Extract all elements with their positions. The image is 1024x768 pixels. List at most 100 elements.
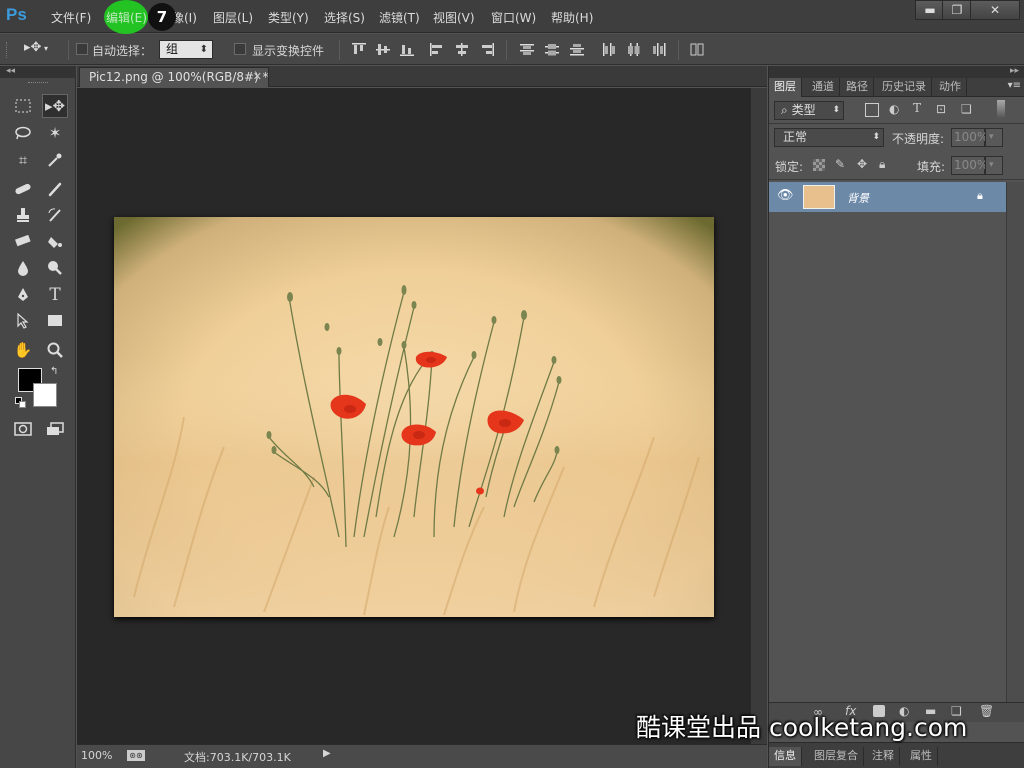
pen-tool-icon[interactable] — [10, 283, 36, 307]
distribute-top-icon[interactable] — [520, 43, 534, 56]
move-tool-icon[interactable]: ▸✥ — [42, 94, 68, 118]
distribute-right-icon[interactable] — [652, 43, 666, 56]
filter-shape-layers-icon[interactable]: ⊡ — [936, 102, 946, 116]
step-number-badge: 7 — [148, 3, 176, 31]
minimize-button[interactable]: ▬ — [915, 0, 945, 20]
distribute-hcenter-icon[interactable] — [627, 43, 641, 56]
lock-position-icon[interactable]: ✥ — [857, 157, 867, 171]
panel-collapse-bar[interactable]: ▸▸ — [769, 66, 1024, 78]
layer-thumbnail[interactable] — [803, 185, 835, 209]
filter-type-layers-icon[interactable]: T — [913, 101, 921, 115]
menu-filter[interactable]: 滤镜(T) — [379, 9, 420, 25]
tab-notes[interactable]: 注释 — [867, 747, 900, 766]
default-colors-icon[interactable] — [15, 397, 26, 408]
fill-input[interactable]: 100% — [951, 156, 988, 175]
hand-tool-icon[interactable]: ✋ — [10, 338, 36, 362]
canvas-vertical-scrollbar[interactable] — [750, 88, 767, 744]
history-brush-tool-icon[interactable] — [42, 203, 68, 227]
auto-align-layers-icon[interactable] — [690, 43, 704, 56]
delete-layer-icon[interactable]: 🗑︎ — [979, 704, 994, 718]
eraser-tool-icon[interactable] — [10, 229, 36, 253]
menu-window[interactable]: 窗口(W) — [491, 9, 536, 25]
lock-all-icon[interactable]: 🔒︎ — [879, 157, 885, 172]
tab-layers[interactable]: 图层 — [769, 78, 802, 97]
tab-history[interactable]: 历史记录 — [877, 78, 932, 97]
eye-visibility-icon[interactable]: 👁︎ — [777, 188, 794, 203]
marquee-tool-icon[interactable] — [10, 94, 36, 118]
layer-filter-kind-dropdown[interactable]: ⌕ 类型 ⬍ — [774, 101, 844, 120]
status-info-icon[interactable]: ⊛⊛ — [127, 750, 145, 761]
lock-transparent-pixels-icon[interactable] — [813, 159, 825, 171]
zoom-level[interactable]: 100% — [81, 749, 112, 762]
tab-properties[interactable]: 属性 — [905, 747, 938, 766]
layer-name[interactable]: 背景 — [847, 190, 869, 206]
tab-paths[interactable]: 路径 — [841, 78, 874, 97]
crop-tool-icon[interactable]: ⌗ — [10, 148, 36, 172]
align-left-icon[interactable] — [430, 43, 444, 56]
close-tab-icon[interactable]: ✕ — [253, 68, 262, 86]
quick-mask-icon[interactable] — [10, 417, 36, 441]
menu-edit[interactable]: 编辑(E) — [106, 9, 147, 25]
separator — [68, 40, 69, 60]
menu-help[interactable]: 帮助(H) — [551, 9, 593, 25]
tab-info[interactable]: 信息 — [769, 747, 802, 766]
filter-toggle-icon[interactable] — [997, 100, 1005, 118]
rectangle-tool-icon[interactable] — [42, 309, 68, 333]
align-top-icon[interactable] — [352, 43, 366, 56]
paint-bucket-tool-icon[interactable] — [42, 229, 68, 253]
auto-select-checkbox[interactable] — [76, 43, 88, 55]
zoom-tool-icon[interactable] — [42, 338, 68, 362]
document-tab-title: Pic12.png @ 100%(RGB/8#) * — [89, 70, 269, 84]
type-tool-icon[interactable]: T — [42, 283, 68, 307]
screen-mode-icon[interactable] — [42, 417, 68, 441]
fill-dropdown-arrow-icon[interactable]: ▾ — [985, 156, 1003, 175]
auto-select-dropdown[interactable]: 组 — [159, 40, 213, 59]
menu-select[interactable]: 选择(S) — [324, 9, 365, 25]
magic-wand-tool-icon[interactable]: ✶ — [42, 121, 68, 145]
filter-smart-objects-icon[interactable]: ❏ — [961, 102, 972, 116]
dodge-tool-icon[interactable] — [42, 256, 68, 280]
layer-lock-icon[interactable]: 🔒︎ — [977, 189, 983, 203]
clone-stamp-tool-icon[interactable] — [10, 203, 36, 227]
menu-view[interactable]: 视图(V) — [433, 9, 475, 25]
layer-row-background[interactable]: 👁︎ 背景 🔒︎ — [769, 182, 1006, 212]
tab-actions[interactable]: 动作 — [934, 78, 967, 97]
brush-tool-icon[interactable] — [42, 177, 68, 201]
filter-adjustment-layers-icon[interactable]: ◐ — [889, 102, 899, 116]
distribute-left-icon[interactable] — [602, 43, 616, 56]
path-selection-tool-icon[interactable] — [10, 309, 36, 333]
filter-pixel-layers-icon[interactable] — [865, 103, 879, 117]
eyedropper-tool-icon[interactable] — [42, 148, 68, 172]
document-tab[interactable]: Pic12.png @ 100%(RGB/8#) * ✕ — [79, 67, 269, 87]
opacity-input[interactable]: 100% — [951, 128, 988, 147]
move-tool-preset-icon[interactable]: ▸✥ ▾ — [24, 40, 62, 60]
tab-layer-comps[interactable]: 图层复合 — [809, 747, 864, 766]
menu-file[interactable]: 文件(F) — [51, 9, 91, 25]
show-transform-checkbox[interactable] — [234, 43, 246, 55]
close-button[interactable]: ✕ — [970, 0, 1020, 20]
background-color-swatch[interactable] — [33, 383, 57, 407]
align-bottom-icon[interactable] — [400, 43, 414, 56]
align-hcenter-icon[interactable] — [455, 43, 469, 56]
lock-image-pixels-icon[interactable]: ✎ — [835, 157, 845, 171]
expand-panels-icon[interactable]: ▸▸ — [1010, 66, 1019, 76]
align-right-icon[interactable] — [480, 43, 494, 56]
blend-mode-dropdown[interactable]: 正常 ⬍ — [774, 128, 884, 147]
distribute-vcenter-icon[interactable] — [545, 43, 559, 56]
distribute-bottom-icon[interactable] — [570, 43, 584, 56]
tab-channels[interactable]: 通道 — [807, 78, 840, 97]
blur-tool-icon[interactable] — [10, 256, 36, 280]
status-menu-arrow-icon[interactable]: ▶ — [323, 748, 331, 759]
menu-layer[interactable]: 图层(L) — [213, 9, 253, 25]
healing-brush-tool-icon[interactable] — [10, 177, 36, 201]
layers-scrollbar[interactable] — [1006, 182, 1024, 702]
restore-button[interactable]: ❐ — [942, 0, 972, 20]
menu-type[interactable]: 类型(Y) — [268, 9, 309, 25]
swap-colors-icon[interactable]: ↰ — [50, 366, 58, 377]
align-vcenter-icon[interactable] — [376, 43, 390, 56]
lasso-tool-icon[interactable] — [10, 121, 36, 145]
tools-panel-collapse-icon[interactable]: ◂◂ — [0, 66, 76, 78]
opacity-dropdown-arrow-icon[interactable]: ▾ — [985, 128, 1003, 147]
poppy-field-image[interactable] — [114, 217, 714, 617]
panel-menu-icon[interactable]: ▾≡ — [1008, 80, 1021, 91]
